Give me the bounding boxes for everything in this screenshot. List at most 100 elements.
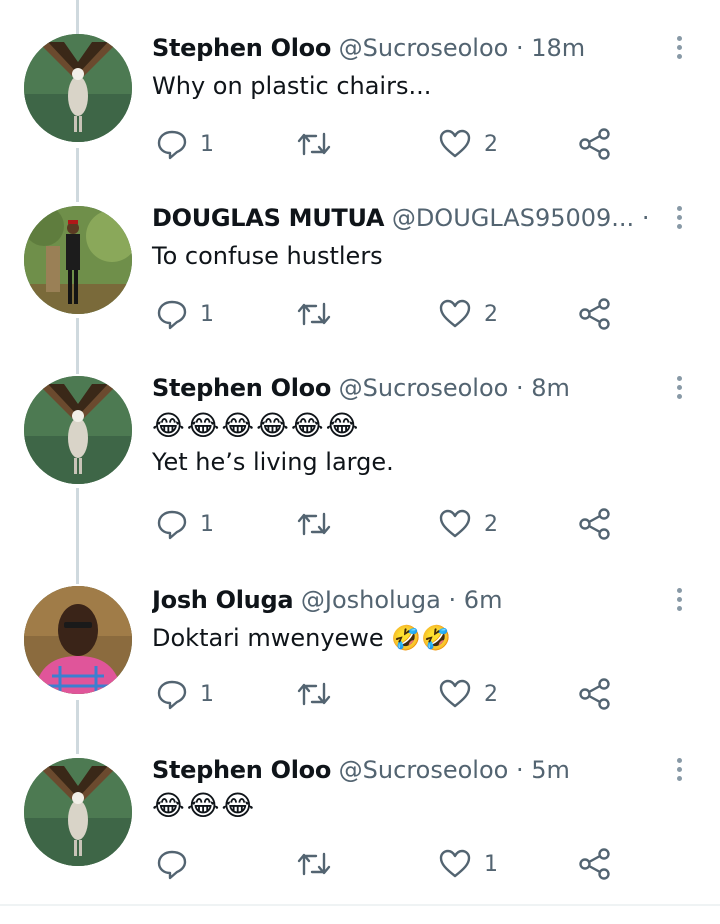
separator-dot: · bbox=[448, 586, 457, 614]
reply-button[interactable]: 1 bbox=[156, 674, 214, 714]
avatar[interactable] bbox=[24, 758, 132, 866]
display-name[interactable]: Stephen Oloo bbox=[152, 374, 331, 402]
retweet-icon bbox=[297, 682, 331, 706]
reply-count: 1 bbox=[200, 131, 214, 157]
share-icon bbox=[579, 848, 610, 880]
display-name[interactable]: Josh Oluga bbox=[152, 586, 294, 614]
tweet-text: 😂😂😂 bbox=[152, 788, 256, 824]
like-count: 2 bbox=[484, 131, 498, 157]
share-icon bbox=[579, 298, 610, 330]
tweet-text-line: Yet he’s living large. bbox=[152, 448, 394, 476]
reply-button[interactable]: 1 bbox=[156, 504, 214, 544]
tweet-text: Doktari mwenyewe 🤣🤣 bbox=[152, 620, 451, 656]
like-button[interactable]: 1 bbox=[438, 844, 498, 884]
tweet-header: Stephen Oloo @Sucroseoloo · 5m bbox=[152, 756, 652, 784]
share-button[interactable] bbox=[578, 674, 612, 714]
reply-button[interactable] bbox=[156, 844, 200, 884]
action-bar: 1 bbox=[152, 844, 672, 884]
retweet-icon bbox=[297, 512, 331, 536]
reply-icon bbox=[157, 510, 187, 540]
tweet-text-line: 😂😂😂😂😂😂 bbox=[152, 409, 361, 442]
more-icon[interactable] bbox=[672, 758, 686, 788]
like-count: 2 bbox=[484, 681, 498, 707]
retweet-button[interactable] bbox=[296, 674, 332, 714]
tweet-header: Stephen Oloo @Sucroseoloo · 8m bbox=[152, 374, 652, 402]
tweet[interactable]: Josh Oluga @Josholuga · 6m Doktari mweny… bbox=[0, 576, 720, 726]
heart-icon bbox=[439, 299, 471, 328]
more-icon[interactable] bbox=[672, 206, 686, 236]
timestamp[interactable]: 5m bbox=[531, 756, 570, 784]
avatar[interactable] bbox=[24, 586, 132, 694]
tweet-text-line: Why on plastic chairs... bbox=[152, 72, 432, 100]
reply-icon bbox=[157, 850, 187, 880]
like-count: 2 bbox=[484, 301, 498, 327]
tweet-text: Why on plastic chairs... bbox=[152, 68, 431, 104]
heart-icon bbox=[439, 129, 471, 158]
share-button[interactable] bbox=[578, 124, 612, 164]
tweet-text: To confuse hustlers bbox=[152, 238, 383, 274]
like-button[interactable]: 2 bbox=[438, 294, 498, 334]
share-icon bbox=[579, 678, 610, 710]
timestamp[interactable]: 8m bbox=[531, 374, 570, 402]
tweet[interactable]: DOUGLAS MUTUA @DOUGLAS95009... · 10m To … bbox=[0, 194, 720, 344]
avatar[interactable] bbox=[24, 34, 132, 142]
reply-count: 1 bbox=[200, 511, 214, 537]
retweet-icon bbox=[297, 302, 331, 326]
action-bar: 1 2 bbox=[152, 674, 672, 714]
heart-icon bbox=[439, 679, 471, 708]
user-handle[interactable]: @DOUGLAS95009... bbox=[392, 204, 634, 232]
tweet-header: DOUGLAS MUTUA @DOUGLAS95009... · 10m bbox=[152, 204, 652, 232]
tweet[interactable]: Stephen Oloo @Sucroseoloo · 8m 😂😂😂😂😂😂 Ye… bbox=[0, 364, 720, 564]
retweet-icon bbox=[297, 852, 331, 876]
share-icon bbox=[579, 508, 610, 540]
reply-count: 1 bbox=[200, 301, 214, 327]
separator-dot: · bbox=[515, 756, 524, 784]
heart-icon bbox=[439, 509, 471, 538]
retweet-icon bbox=[297, 132, 331, 156]
display-name[interactable]: Stephen Oloo bbox=[152, 34, 331, 62]
share-button[interactable] bbox=[578, 294, 612, 334]
share-button[interactable] bbox=[578, 504, 612, 544]
tweet-text-line: To confuse hustlers bbox=[152, 242, 383, 270]
separator-dot: · bbox=[515, 374, 524, 402]
tweet-text-line: 😂😂😂 bbox=[152, 789, 257, 822]
more-icon[interactable] bbox=[672, 588, 686, 618]
tweet-header: Stephen Oloo @Sucroseoloo · 18m bbox=[152, 34, 652, 62]
user-handle[interactable]: @Sucroseoloo bbox=[339, 756, 509, 784]
retweet-button[interactable] bbox=[296, 504, 332, 544]
share-button[interactable] bbox=[578, 844, 612, 884]
retweet-button[interactable] bbox=[296, 124, 332, 164]
timestamp[interactable]: 6m bbox=[464, 586, 503, 614]
user-handle[interactable]: @Sucroseoloo bbox=[339, 374, 509, 402]
separator-dot: · bbox=[515, 34, 524, 62]
reply-button[interactable]: 1 bbox=[156, 124, 214, 164]
tweet-text: 😂😂😂😂😂😂 Yet he’s living large. bbox=[152, 408, 394, 480]
share-icon bbox=[579, 128, 610, 160]
display-name[interactable]: DOUGLAS MUTUA bbox=[152, 204, 384, 232]
action-bar: 1 2 bbox=[152, 294, 672, 334]
like-button[interactable]: 2 bbox=[438, 124, 498, 164]
tweet[interactable]: Stephen Oloo @Sucroseoloo · 5m 😂😂😂 1 bbox=[0, 746, 720, 896]
retweet-button[interactable] bbox=[296, 294, 332, 334]
tweet-header: Josh Oluga @Josholuga · 6m bbox=[152, 586, 652, 614]
tweet-text-line: Doktari mwenyewe 🤣🤣 bbox=[152, 624, 452, 652]
avatar[interactable] bbox=[24, 206, 132, 314]
reply-icon bbox=[157, 130, 187, 160]
heart-icon bbox=[439, 849, 471, 878]
like-button[interactable]: 2 bbox=[438, 504, 498, 544]
reply-count: 1 bbox=[200, 681, 214, 707]
like-button[interactable]: 2 bbox=[438, 674, 498, 714]
more-icon[interactable] bbox=[672, 376, 686, 406]
user-handle[interactable]: @Josholuga bbox=[301, 586, 441, 614]
user-handle[interactable]: @Sucroseoloo bbox=[339, 34, 509, 62]
display-name[interactable]: Stephen Oloo bbox=[152, 756, 331, 784]
divider bbox=[0, 904, 720, 906]
separator-dot: · bbox=[641, 204, 650, 232]
reply-button[interactable]: 1 bbox=[156, 294, 214, 334]
action-bar: 1 2 bbox=[152, 504, 672, 544]
avatar[interactable] bbox=[24, 376, 132, 484]
more-icon[interactable] bbox=[672, 36, 686, 66]
retweet-button[interactable] bbox=[296, 844, 332, 884]
timestamp[interactable]: 18m bbox=[531, 34, 585, 62]
tweet[interactable]: Stephen Oloo @Sucroseoloo · 18m Why on p… bbox=[0, 24, 720, 174]
